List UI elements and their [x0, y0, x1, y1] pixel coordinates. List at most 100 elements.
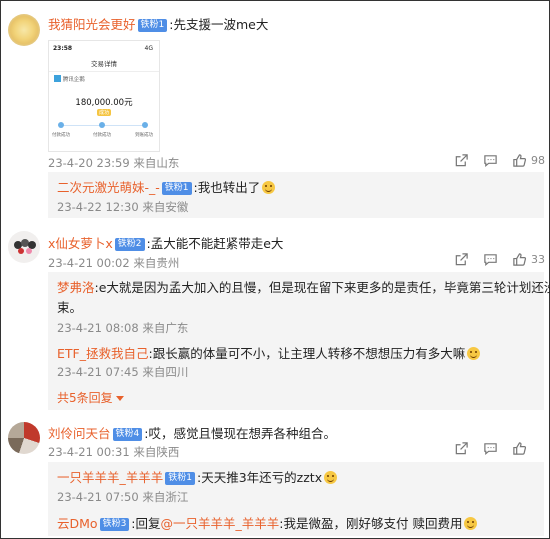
step-dot — [58, 122, 64, 128]
share-icon — [455, 154, 468, 167]
fund-source: 腾讯企鹅 — [62, 77, 85, 83]
reply-meta: 23-4-21 08:08 来自广东 — [57, 320, 188, 336]
thumbs-up-icon — [513, 253, 527, 266]
fan-badge: 铁粉1 — [137, 19, 168, 32]
fan-badge: 铁粉1 — [165, 472, 195, 485]
share-icon — [455, 253, 468, 266]
timestamp: 23-4-22 12:30 — [57, 200, 139, 214]
username[interactable]: 刘伶问天台 — [48, 426, 111, 441]
like-count: 98 — [531, 154, 545, 167]
like-button[interactable]: 33 — [512, 252, 545, 267]
step-label: 到账成功 — [135, 133, 153, 138]
username[interactable]: 云DMo — [57, 516, 98, 531]
share-button[interactable] — [454, 153, 469, 168]
comment-meta: 23-4-21 00:31 来自陕西 — [48, 444, 179, 460]
comment-meta: 23-4-20 23:59 来自山东 — [48, 155, 179, 171]
like-button[interactable] — [512, 441, 527, 456]
step-dot — [142, 122, 148, 128]
success-badge: 成功 — [96, 109, 111, 116]
share-button[interactable] — [454, 441, 469, 456]
comment-actions: 33 — [440, 252, 545, 267]
avatar-image — [14, 239, 36, 254]
thumbs-up-icon — [513, 442, 527, 455]
laugh-emoji-icon — [467, 347, 481, 360]
username[interactable]: 二次元激光萌妹-_- — [57, 180, 160, 195]
location: 来自广东 — [142, 321, 189, 335]
reply-item: 梦弗洛:e大就是因为孟大加入的且慢，但是现在留下来更多的是责任，毕竟第三轮计划还… — [57, 277, 550, 296]
location: 来自安徽 — [142, 200, 189, 214]
like-count: 33 — [531, 253, 545, 266]
step-label: 付款成功 — [52, 133, 70, 138]
timestamp: 23-4-20 23:59 — [48, 156, 130, 170]
reply-button[interactable] — [483, 153, 498, 168]
reply-button[interactable] — [483, 252, 498, 267]
transfer-amount: 180,000.00元 — [75, 98, 133, 108]
comment-text: :孟大能不能赶紧带走e大 — [146, 236, 284, 251]
fan-badge: 铁粉4 — [112, 428, 143, 441]
comment-icon — [484, 254, 497, 266]
reply-text: :我是微盈，刚好够支付 赎回费用 — [279, 516, 463, 531]
location: 来自四川 — [142, 365, 189, 379]
mention-link[interactable]: @一只羊羊羊_羊羊羊 — [161, 516, 280, 531]
reply-item: 云DMo 铁粉3:回复@一只羊羊羊_羊羊羊:我是微盈，刚好够支付 赎回费用 — [57, 513, 478, 532]
username[interactable]: 一只羊羊羊_羊羊羊 — [57, 470, 163, 485]
reply-text: :跟长赢的体量可不小，让主理人转移不想想压力有多大嘛 — [148, 346, 466, 361]
more-replies-link[interactable]: 共5条回复 — [57, 389, 124, 406]
like-button[interactable]: 98 — [512, 153, 545, 168]
comment-header: x仙女萝卜x 铁粉2:孟大能不能赶紧带走e大 — [48, 233, 283, 252]
thumbs-up-icon — [513, 154, 527, 167]
reply-item: 二次元激光萌妹-_- 铁粉1:我也转出了 — [57, 177, 276, 196]
comment-icon — [484, 443, 497, 455]
avatar[interactable] — [8, 231, 40, 263]
fan-badge: 铁粉3 — [99, 518, 130, 531]
location: 来自山东 — [133, 156, 180, 170]
reply-text: :天天推3年还亏的zztx — [197, 470, 323, 485]
status-signal: 4G — [144, 45, 153, 52]
fund-icon — [54, 75, 61, 82]
reply-text: :我也转出了 — [193, 180, 261, 195]
reply-meta: 23-4-21 07:50 来自浙江 — [57, 489, 188, 505]
comment-text: :先支援一波me大 — [169, 17, 269, 32]
reply-item: ETF_拯救我自己:跟长赢的体量可不小，让主理人转移不想想压力有多大嘛 — [57, 343, 481, 362]
username[interactable]: x仙女萝卜x — [48, 236, 113, 251]
screenshot-title: 交易详情 — [91, 60, 117, 68]
share-button[interactable] — [454, 252, 469, 267]
location: 来自贵州 — [133, 256, 180, 270]
username[interactable]: 我猜阳光会更好 — [48, 17, 136, 32]
laugh-emoji-icon — [262, 181, 276, 194]
reply-meta: 23-4-22 12:30 来自安徽 — [57, 199, 188, 215]
avatar[interactable] — [8, 422, 40, 454]
step-label: 付款成功 — [93, 133, 111, 138]
grin-emoji-icon — [464, 517, 478, 530]
laugh-emoji-icon — [324, 471, 338, 484]
attached-image[interactable]: 23:58 4G 交易详情 腾讯企鹅 180,000.00元 成功 付款成功 付… — [48, 40, 160, 152]
location: 来自浙江 — [142, 490, 189, 504]
comment-header: 我猜阳光会更好 铁粉1:先支援一波me大 — [48, 14, 268, 33]
comment-icon — [484, 155, 497, 167]
timestamp: 23-4-21 07:45 — [57, 365, 139, 379]
reply-item: 一只羊羊羊_羊羊羊 铁粉1:天天推3年还亏的zztx — [57, 467, 338, 486]
avatar[interactable] — [8, 14, 40, 46]
step-dot — [99, 122, 105, 128]
comment-text: :哎，感觉且慢现在想弄各种组合。 — [144, 426, 336, 441]
fan-badge: 铁粉2 — [114, 238, 145, 251]
reply-prefix: :回复 — [131, 516, 161, 531]
comment-actions — [440, 441, 527, 456]
reply-button[interactable] — [483, 441, 498, 456]
timestamp: 23-4-21 00:02 — [48, 256, 130, 270]
location: 来自陕西 — [133, 445, 180, 459]
username[interactable]: 梦弗洛 — [57, 280, 95, 295]
status-time: 23:58 — [53, 45, 73, 52]
timestamp: 23-4-21 00:31 — [48, 445, 130, 459]
caret-down-icon — [115, 396, 124, 401]
comment-meta: 23-4-21 00:02 来自贵州 — [48, 255, 179, 271]
fan-badge: 铁粉1 — [161, 182, 192, 195]
timestamp: 23-4-21 08:08 — [57, 321, 139, 335]
username[interactable]: ETF_拯救我自己 — [57, 346, 148, 361]
reply-meta: 23-4-21 07:45 来自四川 — [57, 364, 188, 380]
comment-header: 刘伶问天台 铁粉4:哎，感觉且慢现在想弄各种组合。 — [48, 423, 336, 442]
timestamp: 23-4-21 07:50 — [57, 490, 139, 504]
reply-text-continued: 束。 — [57, 300, 83, 315]
share-icon — [455, 442, 468, 455]
reply-text: :e大就是因为孟大加入的且慢，但是现在留下来更多的是责任，毕竟第三轮计划还没结 — [94, 280, 550, 295]
